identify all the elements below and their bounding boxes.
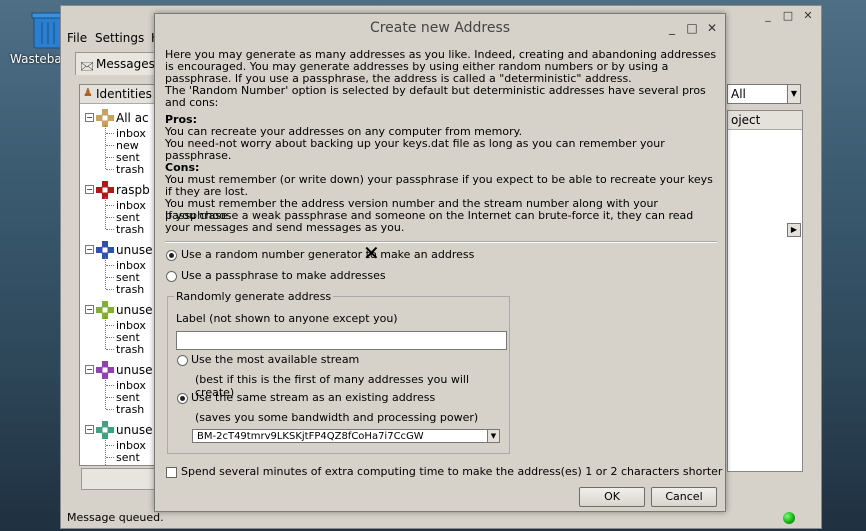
shorter-address-checkbox[interactable] xyxy=(166,467,177,478)
tree-expander-icon[interactable]: − xyxy=(85,245,94,254)
tree-branch-line xyxy=(106,409,114,410)
tree-branch-line xyxy=(105,437,106,465)
cons-item-3: If you choose a weak passphrase and some… xyxy=(165,209,694,234)
folder-item[interactable]: trash xyxy=(116,163,144,176)
group-title: Randomly generate address xyxy=(174,290,334,303)
tree-branch-line xyxy=(105,377,106,409)
passphrase-radio[interactable] xyxy=(166,271,177,282)
tree-expander-icon[interactable]: − xyxy=(85,185,94,194)
mouse-cursor-icon: ✕ xyxy=(363,241,380,265)
tab-messages-label: Messages xyxy=(96,57,155,71)
passphrase-label[interactable]: Use a passphrase to make addresses xyxy=(181,269,386,282)
intro-text-2: The 'Random Number' option is selected b… xyxy=(165,84,706,109)
filter-select-value: All xyxy=(731,87,746,101)
tree-branch-line xyxy=(105,257,106,289)
filter-select[interactable]: All ▼ xyxy=(727,84,801,104)
tree-branch-line xyxy=(106,133,114,134)
dialog-title: Create new Address xyxy=(369,20,511,36)
identities-header-label: Identities xyxy=(96,87,152,101)
tree-branch-line xyxy=(106,349,114,350)
tree-branch-line xyxy=(106,397,114,398)
identity-item[interactable]: unuse xyxy=(116,243,152,257)
status-bar-text: Message queued. xyxy=(67,511,164,524)
menu-file[interactable]: File xyxy=(67,31,87,45)
tree-branch-line xyxy=(106,157,114,158)
maximize-icon[interactable]: □ xyxy=(781,9,795,23)
subject-column-header[interactable]: oject xyxy=(728,111,802,130)
chevron-down-icon[interactable]: ▼ xyxy=(487,430,499,442)
identities-icon: ♟ xyxy=(83,86,93,99)
folder-item[interactable]: trash xyxy=(116,463,144,465)
cons-item-1: You must remember (or write down) your p… xyxy=(165,173,713,198)
tree-branch-line xyxy=(106,289,114,290)
existing-address-select[interactable]: BM-2cT49tmrv9LKSKjtFP4QZ8fCoHa7i7CcGW ▼ xyxy=(192,429,500,443)
tree-branch-line xyxy=(106,217,114,218)
minimize-icon[interactable]: _ xyxy=(761,9,775,23)
same-stream-radio[interactable] xyxy=(177,393,188,404)
intro-text: Here you may generate as many addresses … xyxy=(165,48,717,85)
most-available-stream-label[interactable]: Use the most available stream xyxy=(191,353,359,366)
shorter-address-label[interactable]: Spend several minutes of extra computing… xyxy=(181,465,722,478)
dialog-close-icon[interactable]: ✕ xyxy=(705,21,719,35)
inbox-table[interactable]: oject xyxy=(727,110,803,472)
tree-branch-line xyxy=(106,457,114,458)
ok-button[interactable]: OK xyxy=(579,487,645,507)
identity-item[interactable]: unuse xyxy=(116,363,152,377)
dialog-maximize-icon[interactable]: □ xyxy=(685,21,699,35)
create-address-dialog: Create new Address _ □ ✕ Here you may ge… xyxy=(154,13,726,512)
tab-messages[interactable]: 🖂 Messages xyxy=(75,52,157,75)
identities-panel[interactable]: ♟ Identities − All ac inbox new sent trash − ra… xyxy=(79,84,161,466)
folder-item[interactable]: trash xyxy=(116,283,144,296)
tree-branch-line xyxy=(106,337,114,338)
connection-status-icon xyxy=(783,512,795,524)
tree-expander-icon[interactable]: − xyxy=(85,365,94,374)
wastebasket-label: Wasteba xyxy=(10,52,62,66)
random-address-group: Randomly generate address Label (not sho… xyxy=(167,290,510,454)
cancel-button[interactable]: Cancel xyxy=(651,487,717,507)
close-icon[interactable]: ✕ xyxy=(801,9,815,23)
pros-item-2: You need-not worry about backing up your… xyxy=(165,137,665,162)
tree-branch-line xyxy=(105,125,106,169)
tree-branch-line xyxy=(106,445,114,446)
random-number-label[interactable]: Use a random number generator to make an… xyxy=(181,248,474,261)
new-identity-box[interactable] xyxy=(81,468,161,490)
identities-header[interactable]: ♟ Identities xyxy=(80,85,160,104)
tree-branch-line xyxy=(106,229,114,230)
identities-tree: − All ac inbox new sent trash − raspb inbox sent t… xyxy=(80,105,160,465)
random-number-radio[interactable] xyxy=(166,250,177,261)
subject-header-label: oject xyxy=(731,113,761,127)
tree-branch-line xyxy=(106,145,114,146)
tree-expander-icon[interactable]: − xyxy=(85,113,94,122)
identity-item[interactable]: All ac xyxy=(116,111,149,125)
same-stream-hint: (saves you some bandwidth and processing… xyxy=(195,411,479,424)
tree-branch-line xyxy=(106,205,114,206)
identity-item[interactable]: raspb xyxy=(116,183,150,197)
tree-branch-line xyxy=(105,197,106,229)
envelope-icon: 🖂 xyxy=(80,59,95,73)
identity-item[interactable]: unuse xyxy=(116,423,152,437)
folder-item[interactable]: trash xyxy=(116,223,144,236)
label-caption: Label (not shown to anyone except you) xyxy=(176,312,398,325)
tree-branch-line xyxy=(106,277,114,278)
folder-item[interactable]: trash xyxy=(116,343,144,356)
tree-branch-line xyxy=(105,317,106,349)
scroll-right-icon[interactable]: ▶ xyxy=(787,223,801,237)
separator xyxy=(165,241,717,243)
chevron-down-icon[interactable]: ▼ xyxy=(787,85,800,103)
most-available-stream-radio[interactable] xyxy=(177,355,188,366)
tree-branch-line xyxy=(106,265,114,266)
same-stream-label[interactable]: Use the same stream as an existing addre… xyxy=(191,391,435,404)
tree-branch-line xyxy=(106,325,114,326)
folder-item[interactable]: trash xyxy=(116,403,144,416)
tree-branch-line xyxy=(106,169,114,170)
existing-address-value: BM-2cT49tmrv9LKSKjtFP4QZ8fCoHa7i7CcGW xyxy=(197,431,424,442)
menu-settings[interactable]: Settings xyxy=(95,31,144,45)
tree-branch-line xyxy=(106,385,114,386)
tree-expander-icon[interactable]: − xyxy=(85,425,94,434)
identity-item[interactable]: unuse xyxy=(116,303,152,317)
tree-expander-icon[interactable]: − xyxy=(85,305,94,314)
label-input[interactable] xyxy=(176,331,507,350)
dialog-minimize-icon[interactable]: _ xyxy=(665,21,679,35)
